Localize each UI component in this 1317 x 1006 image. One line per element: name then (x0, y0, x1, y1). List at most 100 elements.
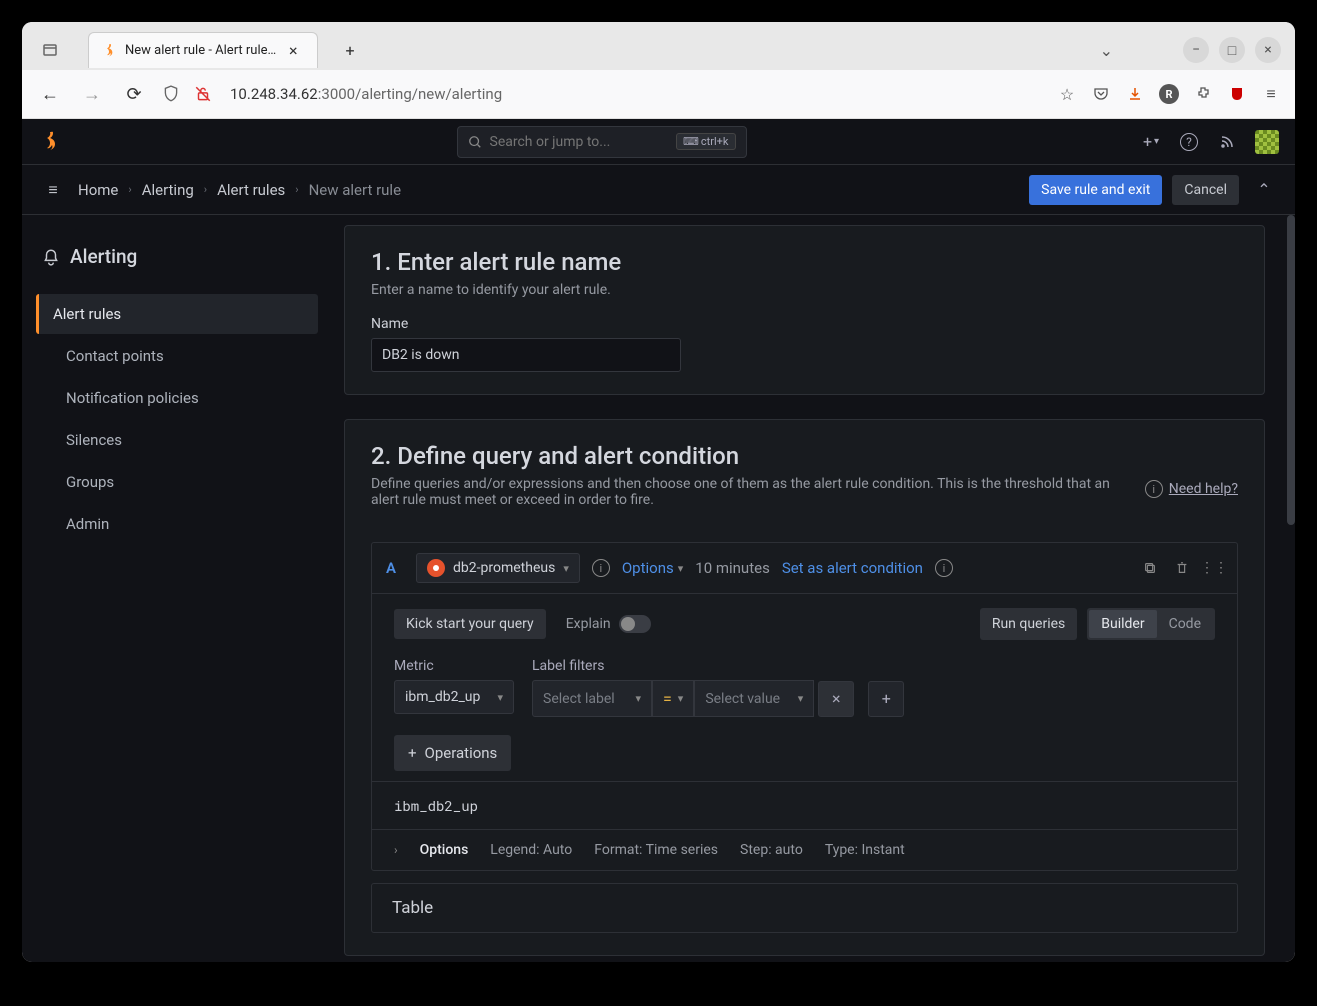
maximize-window-button[interactable]: □ (1219, 37, 1245, 63)
query-time-range: 10 minutes (695, 559, 770, 577)
insecure-lock-icon[interactable] (194, 85, 212, 103)
help-icon[interactable]: ? (1179, 132, 1199, 152)
sidebar-item-notification-policies[interactable]: Notification policies (50, 378, 318, 418)
close-window-button[interactable]: × (1255, 37, 1281, 63)
rule-name-input[interactable] (371, 338, 681, 372)
run-queries-button[interactable]: Run queries (980, 608, 1077, 640)
breadcrumb-alert-rules[interactable]: Alert rules (217, 181, 285, 199)
name-label: Name (371, 316, 1238, 332)
forward-button[interactable]: → (78, 80, 106, 108)
tab-title: New alert rule - Alert rule… (125, 43, 276, 58)
datasource-info-icon[interactable]: i (592, 559, 610, 577)
sidebar: Alerting Alert rules Contact points Noti… (22, 215, 330, 962)
footer-format: Format: Time series (594, 842, 718, 858)
prometheus-icon (427, 559, 445, 577)
delete-query-icon[interactable] (1173, 559, 1191, 577)
collapse-toggle[interactable]: ⌃ (1249, 175, 1279, 205)
condition-info-icon[interactable]: i (935, 559, 953, 577)
query-block: A db2-prometheus ▾ i Options▾ 10 minutes… (371, 542, 1238, 871)
duplicate-query-icon[interactable] (1141, 559, 1159, 577)
breadcrumb-home[interactable]: Home (78, 181, 118, 199)
label-filters-label: Label filters (532, 658, 904, 674)
new-tab-button[interactable]: + (336, 36, 364, 64)
panel-query-condition: 2. Define query and alert condition Defi… (344, 419, 1265, 956)
news-rss-icon[interactable] (1217, 132, 1237, 152)
ublock-icon[interactable] (1227, 84, 1247, 104)
tab-close-button[interactable]: × (284, 42, 302, 60)
editor-mode-toggle: Builder Code (1087, 608, 1215, 640)
results-table-panel: Table (371, 883, 1238, 933)
chevron-down-icon: ▾ (563, 562, 569, 575)
bookmark-star-icon[interactable]: ☆ (1057, 84, 1077, 104)
extensions-icon[interactable] (1193, 84, 1213, 104)
add-filter-button[interactable]: + (868, 681, 904, 717)
grafana-favicon (101, 43, 117, 59)
panel1-desc: Enter a name to identify your alert rule… (371, 282, 1238, 298)
query-options-toggle[interactable]: Options▾ (622, 559, 683, 577)
all-tabs-button[interactable] (36, 36, 64, 64)
search-shortcut: ⌨ctrl+k (676, 133, 735, 150)
footer-step: Step: auto (740, 842, 803, 858)
browser-tab[interactable]: New alert rule - Alert rule… × (88, 32, 318, 68)
remove-filter-button[interactable]: × (818, 681, 854, 717)
sidebar-item-alert-rules[interactable]: Alert rules (36, 294, 318, 334)
footer-options-label[interactable]: Options (420, 842, 469, 858)
add-menu-button[interactable]: +▾ (1141, 132, 1161, 152)
minimize-window-button[interactable]: − (1183, 37, 1209, 63)
scrollbar-thumb[interactable] (1287, 215, 1295, 525)
mode-code-button[interactable]: Code (1157, 610, 1213, 638)
panel2-desc: Define queries and/or expressions and th… (371, 476, 1133, 508)
footer-type: Type: Instant (825, 842, 905, 858)
r-extension-icon[interactable]: R (1159, 84, 1179, 104)
reload-button[interactable]: ⟳ (120, 80, 148, 108)
sidebar-item-contact-points[interactable]: Contact points (50, 336, 318, 376)
filter-value-select[interactable]: Select value▾ (694, 680, 814, 717)
user-avatar[interactable] (1255, 130, 1279, 154)
back-button[interactable]: ← (36, 80, 64, 108)
chevron-right-icon: › (128, 183, 131, 196)
footer-legend: Legend: Auto (490, 842, 572, 858)
table-label: Table (392, 898, 1217, 918)
breadcrumb-alerting[interactable]: Alerting (142, 181, 194, 199)
raw-query-text: ibm_db2_up (372, 781, 1237, 829)
sidebar-item-admin[interactable]: Admin (50, 504, 318, 544)
explain-toggle[interactable] (619, 615, 651, 633)
query-ref-id[interactable]: A (386, 559, 404, 577)
filter-operator-select[interactable]: =▾ (652, 680, 694, 717)
save-rule-button[interactable]: Save rule and exit (1029, 175, 1162, 205)
sidebar-section-title: Alerting (34, 235, 318, 292)
nav-menu-toggle[interactable]: ≡ (38, 175, 68, 205)
cancel-button[interactable]: Cancel (1172, 175, 1239, 205)
metric-select[interactable]: ibm_db2_up ▾ (394, 680, 514, 714)
grafana-logo[interactable] (38, 130, 62, 154)
datasource-picker[interactable]: db2-prometheus ▾ (416, 553, 580, 583)
set-alert-condition-link[interactable]: Set as alert condition (782, 559, 923, 577)
panel-rule-name: 1. Enter alert rule name Enter a name to… (344, 225, 1265, 395)
search-input[interactable] (490, 134, 669, 150)
need-help-link[interactable]: Need help? (1169, 481, 1238, 497)
sidebar-item-silences[interactable]: Silences (50, 420, 318, 460)
app-menu-button[interactable]: ≡ (1261, 84, 1281, 104)
chevron-down-icon: ▾ (497, 691, 503, 704)
shield-icon[interactable] (162, 85, 180, 103)
add-operations-button[interactable]: + Operations (394, 735, 511, 771)
info-icon[interactable]: i (1145, 480, 1163, 498)
mode-builder-button[interactable]: Builder (1089, 610, 1156, 638)
explain-label: Explain (566, 616, 611, 632)
drag-handle-icon[interactable]: ⋮⋮ (1205, 559, 1223, 577)
kickstart-query-button[interactable]: Kick start your query (394, 609, 546, 639)
pocket-icon[interactable] (1091, 84, 1111, 104)
list-all-tabs-chevron[interactable]: ⌄ (1100, 41, 1113, 60)
search-icon (468, 135, 482, 149)
global-search[interactable]: ⌨ctrl+k (457, 126, 747, 158)
chevron-right-icon: › (204, 183, 207, 196)
footer-expand-icon[interactable]: › (394, 843, 398, 857)
chevron-right-icon: › (295, 183, 298, 196)
downloads-icon[interactable] (1125, 84, 1145, 104)
bell-icon (42, 248, 60, 266)
address-bar[interactable]: 10.248.34.62:3000/alerting/new/alerting (226, 85, 1043, 103)
panel2-title: 2. Define query and alert condition (371, 442, 1238, 470)
filter-label-select[interactable]: Select label▾ (532, 680, 652, 717)
sidebar-item-groups[interactable]: Groups (50, 462, 318, 502)
url-host: 10.248.34.62 (230, 85, 318, 103)
